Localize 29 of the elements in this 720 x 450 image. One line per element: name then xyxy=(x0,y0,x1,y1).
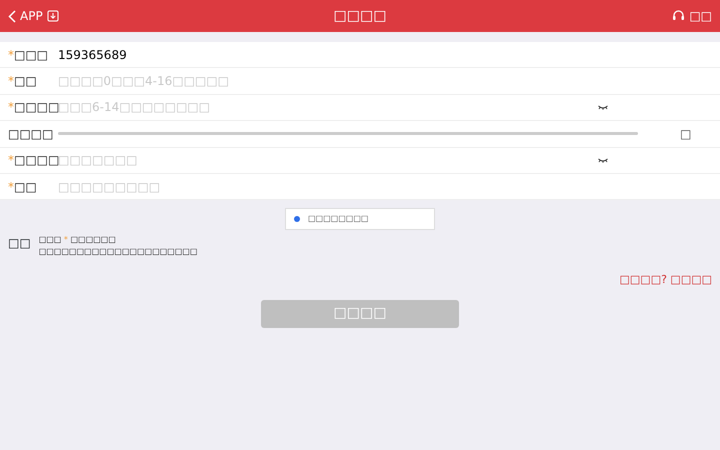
field-label: □□□□ xyxy=(14,153,60,168)
eye-closed-icon[interactable] xyxy=(598,104,608,110)
note-text: □□□□□□□□□□□□□□□□□□□□□ xyxy=(38,246,198,258)
headset-icon[interactable] xyxy=(672,10,686,22)
chevron-left-icon[interactable] xyxy=(8,10,16,22)
required-mark: * xyxy=(8,74,14,88)
input-field[interactable]: 159365689 xyxy=(58,46,712,64)
slider-end-text: □ xyxy=(680,126,692,143)
required-mark: * xyxy=(8,153,14,168)
download-icon[interactable] xyxy=(46,10,59,22)
page-title: □□□□ xyxy=(334,8,386,24)
required-mark: * xyxy=(8,48,14,62)
required-mark: * xyxy=(8,100,14,114)
slider-track[interactable] xyxy=(58,132,638,136)
required-mark: * xyxy=(8,180,14,194)
captcha-button[interactable]: □□□□□□□□ xyxy=(285,208,435,230)
note-text: □□□ * □□□□□□ xyxy=(38,234,117,246)
field-label: □□ xyxy=(14,180,37,194)
input-field[interactable]: □□□□□□□□□ xyxy=(58,178,712,196)
field-label: □□□□ xyxy=(8,126,54,141)
eye-closed-icon[interactable] xyxy=(598,158,608,163)
back-link[interactable]: APP xyxy=(8,7,43,25)
customer-service-link[interactable]: □□ xyxy=(672,7,712,25)
note-title: □□ xyxy=(8,235,31,252)
input-field[interactable]: □□□□□□□ xyxy=(58,151,598,170)
field-label: □□□□ xyxy=(14,100,60,114)
field-label: □□ xyxy=(14,74,37,88)
field-label: □□□ xyxy=(14,48,48,62)
help-link[interactable]: □□□□? □□□□ xyxy=(620,272,712,289)
